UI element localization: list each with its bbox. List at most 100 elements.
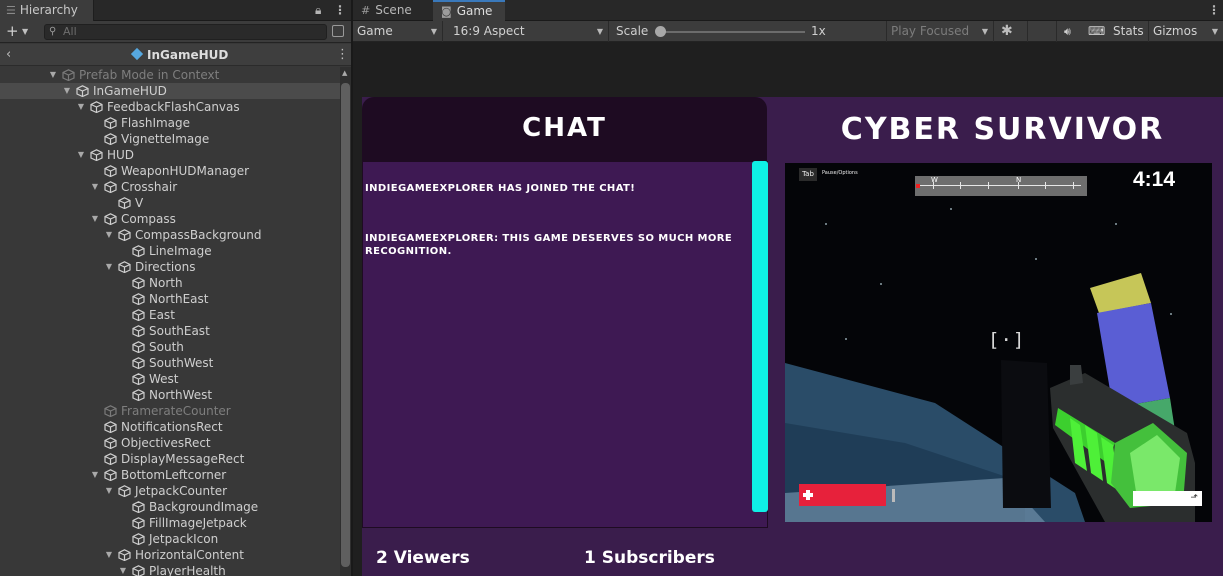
bug-icon[interactable]: ✱ [1001, 21, 1013, 42]
back-arrow-icon[interactable]: ‹ [6, 46, 11, 63]
game-more-menu-icon[interactable]: ⋮ [1208, 4, 1220, 17]
expand-arrow-icon[interactable]: ▼ [104, 227, 114, 243]
tab-scene[interactable]: # Scene [353, 0, 431, 21]
expand-arrow-icon[interactable]: ▼ [104, 483, 114, 499]
health-bar [799, 484, 886, 506]
tree-row[interactable]: ▼ HUD [0, 147, 340, 163]
chat-scrollbar[interactable] [752, 161, 768, 512]
tree-row[interactable]: ▼ Compass [0, 211, 340, 227]
expand-arrow-icon[interactable]: ▼ [76, 147, 86, 163]
tree-row[interactable]: FlashImage [0, 115, 340, 131]
tree-row[interactable]: ObjectivesRect [0, 435, 340, 451]
compass-tick [960, 182, 961, 189]
expand-arrow-icon[interactable]: ▼ [76, 99, 86, 115]
play-mode-dropdown[interactable]: Play Focused ▼ [886, 21, 994, 42]
tree-row[interactable]: ▼ InGameHUD [0, 83, 340, 99]
tree-row-label: North [149, 276, 183, 290]
tree-row[interactable]: JetpackIcon [0, 531, 340, 547]
stats-button[interactable]: Stats [1113, 21, 1144, 42]
tree-row[interactable]: SouthWest [0, 355, 340, 371]
gameobject-icon [132, 501, 145, 513]
aspect-dropdown[interactable]: 16:9 Aspect ▼ [449, 21, 609, 42]
tab-game[interactable]: ◙ Game [433, 0, 505, 21]
expand-arrow-icon[interactable]: ▼ [90, 467, 100, 483]
gameobject-icon [132, 309, 145, 321]
tree-row-label: JetpackIcon [149, 532, 219, 546]
tree-row[interactable]: V [0, 195, 340, 211]
prefab-menu-icon[interactable]: ⋮ [336, 47, 349, 63]
hierarchy-scrollbar[interactable]: ▲ [340, 67, 351, 576]
tree-row-label: JetpackCounter [135, 484, 228, 498]
gameobject-icon [132, 373, 145, 385]
tree-row[interactable]: North [0, 275, 340, 291]
compass-tick [988, 182, 989, 189]
tree-row-label: InGameHUD [93, 84, 167, 98]
tree-row-label: FillImageJetpack [149, 516, 247, 530]
chevron-down-icon[interactable]: ▼ [22, 24, 28, 40]
tree-row[interactable]: SouthEast [0, 323, 340, 339]
list-icon: ☰ [6, 4, 16, 17]
tree-row-label: East [149, 308, 175, 322]
tree-row[interactable]: East [0, 307, 340, 323]
tree-row[interactable]: West [0, 371, 340, 387]
tree-row[interactable]: DisplayMessageRect [0, 451, 340, 467]
scale-slider[interactable] [657, 31, 805, 33]
tree-row[interactable]: BackgroundImage [0, 499, 340, 515]
gameobject-icon [90, 149, 103, 161]
tree-row[interactable]: ▼ CompassBackground [0, 227, 340, 243]
tree-row[interactable]: FillImageJetpack [0, 515, 340, 531]
tree-row[interactable]: ▼ Prefab Mode in Context [0, 67, 340, 83]
tree-row[interactable]: NotificationsRect [0, 419, 340, 435]
tree-row[interactable]: NorthEast [0, 291, 340, 307]
tree-row-label: PlayerHealth [149, 564, 226, 576]
scrollbar-thumb[interactable] [341, 83, 350, 567]
tree-row[interactable]: ▼ BottomLeftcorner [0, 467, 340, 483]
pause-hint: Pause/Options [822, 170, 858, 176]
keyboard-icon[interactable]: ⌨ [1088, 21, 1105, 42]
expand-arrow-icon[interactable]: ▼ [104, 259, 114, 275]
tree-row-label: WeaponHUDManager [121, 164, 250, 178]
expand-arrow-icon[interactable]: ▼ [118, 563, 128, 576]
tree-row[interactable]: LineImage [0, 243, 340, 259]
lock-icon[interactable]: 🔒︎ [315, 4, 321, 17]
tree-row[interactable]: ▼ PlayerHealth [0, 563, 340, 576]
tree-row[interactable]: FramerateCounter [0, 403, 340, 419]
tree-row[interactable]: ▼ JetpackCounter [0, 483, 340, 499]
audio-icon[interactable]: 🔊︎ [1064, 21, 1071, 42]
mute-toggle[interactable] [1027, 21, 1057, 42]
search-input[interactable]: ⚲ All [44, 24, 327, 40]
tree-row[interactable]: NorthWest [0, 387, 340, 403]
gameobject-icon [132, 325, 145, 337]
gizmos-label: Gizmos [1153, 24, 1198, 38]
game-canvas[interactable]: CHAT IndieGameExplorer has joined the ch… [353, 42, 1223, 576]
tree-row[interactable]: ▼ FeedbackFlashCanvas [0, 99, 340, 115]
game-screen[interactable]: Tab Pause/Options W N 4:14 [·] ⬏ [785, 163, 1212, 522]
expand-arrow-icon[interactable]: ▼ [90, 211, 100, 227]
gamepad-icon: ◙ [441, 5, 452, 18]
tree-row[interactable]: ▼ Crosshair [0, 179, 340, 195]
tree-row[interactable]: VignetteImage [0, 131, 340, 147]
expand-arrow-icon[interactable]: ▼ [90, 179, 100, 195]
tree-row[interactable]: South [0, 339, 340, 355]
expand-arrow-icon[interactable]: ▼ [104, 547, 114, 563]
expand-arrow-icon[interactable]: ▼ [48, 67, 58, 83]
gameobject-icon [104, 213, 117, 225]
more-menu-icon[interactable]: ⋮ [334, 4, 346, 17]
gameobject-icon [104, 165, 117, 177]
scroll-up-icon[interactable]: ▲ [342, 69, 347, 77]
tab-hierarchy[interactable]: ☰ Hierarchy [0, 0, 94, 21]
expand-arrow-icon[interactable]: ▼ [62, 83, 72, 99]
tree-row[interactable]: ▼ Directions [0, 259, 340, 275]
tree-row[interactable]: ▼ HorizontalContent [0, 547, 340, 563]
gizmos-dropdown[interactable]: Gizmos ▼ [1148, 21, 1218, 42]
search-placeholder: All [63, 25, 77, 38]
tree-row[interactable]: WeaponHUDManager [0, 163, 340, 179]
prefab-title: InGameHUD [130, 47, 228, 63]
scale-slider-handle[interactable] [655, 26, 666, 37]
add-icon[interactable]: + [6, 22, 19, 41]
gameobject-icon [132, 389, 145, 401]
display-dropdown[interactable]: Game ▼ [353, 21, 443, 42]
tree-row-label: ObjectivesRect [121, 436, 211, 450]
gameobject-icon [90, 101, 103, 113]
scene-visibility-icon[interactable] [332, 25, 344, 37]
